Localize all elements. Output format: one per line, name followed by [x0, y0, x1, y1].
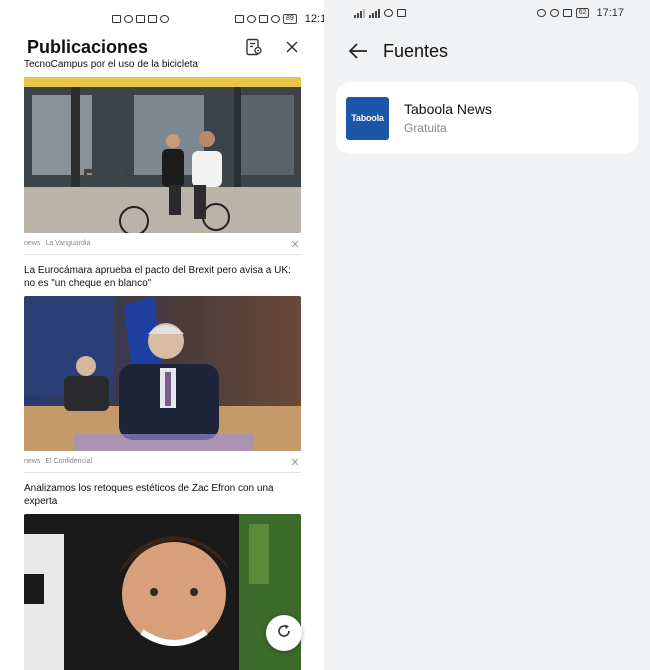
refresh-button[interactable]: [266, 615, 302, 651]
vibrate-icon: [259, 15, 268, 23]
source-name: El Confidencial: [45, 458, 93, 465]
nfc-icon: [235, 15, 244, 23]
article-image-portrait[interactable]: [24, 514, 301, 670]
system-icons: 62 17:17: [536, 7, 624, 19]
battery-icon: 89: [283, 14, 297, 24]
article-image-parliament[interactable]: [24, 296, 301, 451]
source-price: Gratuita: [404, 120, 447, 135]
article-card[interactable]: Analizamos los retoques estéticos de Zac…: [24, 482, 301, 670]
source-tag: news: [24, 458, 41, 465]
article-title: La Eurocámara aprueba el pacto del Brexi…: [24, 265, 291, 289]
wifi-icon: [124, 15, 133, 23]
bluetooth-icon: [247, 15, 256, 23]
article-card[interactable]: La Eurocámara aprueba el pacto del Brexi…: [24, 264, 301, 473]
page-header: Fuentes: [346, 38, 448, 64]
source-name: Taboola News: [404, 100, 492, 117]
back-arrow-icon[interactable]: [346, 39, 370, 63]
source-info: Taboola News Gratuita: [404, 101, 492, 136]
mail-icon-2: [148, 15, 157, 23]
wifi-status-icon: [271, 15, 280, 23]
publicaciones-screen: 89 12:16 Publicaciones TecnoCampus por e…: [0, 0, 324, 670]
signal-icon: [354, 8, 365, 18]
dismiss-icon[interactable]: [289, 238, 301, 250]
page-title: Fuentes: [383, 40, 449, 61]
article-meta: news La Vanguardia: [24, 233, 301, 255]
status-time: 17:17: [596, 7, 624, 19]
instagram-icon: [160, 15, 169, 23]
status-bar: 62 17:17: [354, 6, 624, 20]
system-icons: 89: [235, 14, 297, 24]
article-title: Analizamos los retoques estéticos de Zac…: [24, 483, 274, 507]
vibrate-icon: [562, 9, 572, 17]
dismiss-icon[interactable]: [289, 456, 301, 468]
alarm-icon: [536, 9, 546, 17]
article-meta: news El Confidencial: [24, 451, 301, 473]
close-icon[interactable]: [280, 35, 304, 59]
status-bar: 89 12:16: [112, 12, 324, 26]
mail-icon: [136, 15, 145, 23]
taboola-logo: Taboola: [346, 96, 389, 140]
battery-icon: 62: [575, 8, 590, 18]
article-image-bicycle[interactable]: [24, 77, 301, 233]
source-item-taboola[interactable]: Taboola Taboola News Gratuita: [336, 82, 638, 154]
sources-settings-icon[interactable]: [242, 35, 266, 59]
article-card[interactable]: TecnoCampus por el uso de la bicicleta n…: [24, 58, 301, 255]
source-name: La Vanguardia: [45, 240, 91, 247]
refresh-icon: [276, 623, 292, 644]
bluetooth-icon: [549, 9, 559, 17]
signal-icon-2: [369, 8, 380, 18]
notification-icons: [112, 15, 169, 23]
fuentes-screen: 62 17:17 Fuentes Taboola Taboola News Gr…: [324, 0, 650, 670]
news-feed: TecnoCampus por el uso de la bicicleta n…: [24, 58, 301, 670]
screen-icon: [397, 9, 406, 17]
article-title: TecnoCampus por el uso de la bicicleta: [24, 59, 198, 70]
network-icons: [354, 8, 537, 18]
page-title: Publicaciones: [27, 36, 149, 57]
status-time: 12:16: [304, 13, 324, 25]
wifi-icon: [384, 9, 393, 17]
sim-icon: [112, 15, 121, 23]
source-tag: news: [24, 240, 41, 247]
page-header: Publicaciones: [27, 35, 304, 59]
